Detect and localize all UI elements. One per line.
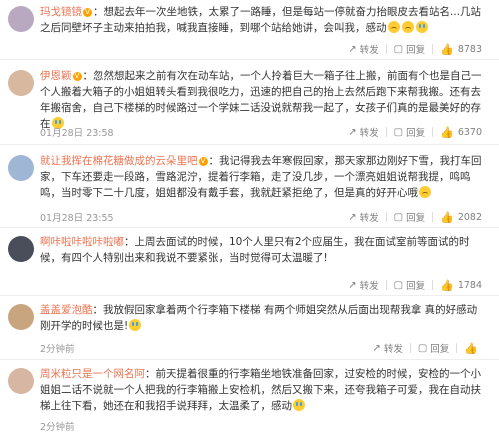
comment-item: 周米粒只是一个网名阿：前天提着很重的行李箱坐地铁准备回家，过安检的时候，安检的一… bbox=[0, 360, 499, 437]
avatar[interactable] bbox=[8, 6, 34, 32]
like-count: 8783 bbox=[457, 43, 482, 55]
like-count: 2082 bbox=[457, 211, 482, 223]
smile-emoji-icon bbox=[419, 186, 431, 198]
comment-text: 伊恩颖 V ：忽然想起来之前有次在动车站，一个人拎着巨大一箱子往上搬，前面有个也是自… bbox=[40, 70, 482, 130]
comment-item: 啊咔啦咔啦咔啦嘟：上周去面试的时候，10个人里只有2个应届生，我在面试室前等面试… bbox=[0, 228, 499, 296]
cry-emoji-icon bbox=[415, 21, 428, 33]
thumbs-up-icon: 👍 bbox=[464, 341, 478, 355]
avatar[interactable] bbox=[8, 70, 34, 96]
avatar[interactable] bbox=[8, 368, 34, 394]
username[interactable]: 周米粒只是一个网名阿 bbox=[40, 368, 145, 380]
comment-actions: ↗ 转发 ▢ 回复 👍 1784 bbox=[341, 278, 489, 293]
comment-time: 01月28日 23:58 bbox=[40, 128, 114, 139]
avatar[interactable] bbox=[8, 304, 34, 330]
share-button[interactable]: ↗ 转发 bbox=[341, 42, 385, 57]
like-count: 6370 bbox=[457, 126, 482, 138]
thumbs-up-icon: 👍 bbox=[440, 42, 454, 56]
comment-actions: ↗ 转发 ▢ 回复 👍 2082 bbox=[341, 210, 489, 225]
comment-item: 伊恩颖 V ：忽然想起来之前有次在动车站，一个人拎着巨大一箱子往上搬，前面有个也是自… bbox=[0, 60, 499, 145]
comment-actions: ↗ 转发 ▢ 回复 👍 6370 bbox=[341, 125, 489, 140]
sad-emoji-icon bbox=[387, 21, 400, 33]
reply-icon: ▢ bbox=[393, 126, 404, 138]
like-button[interactable]: 👍 1784 bbox=[433, 279, 489, 292]
sad-emoji-icon bbox=[401, 21, 414, 33]
comment-time: 2分钟前 bbox=[40, 344, 75, 355]
cry-emoji-icon bbox=[293, 399, 305, 411]
reply-button[interactable]: ▢ 回复 bbox=[387, 125, 432, 140]
comment-actions: ↗ 转发 ▢ 回复 👍 8783 bbox=[341, 42, 489, 57]
verified-icon: V bbox=[72, 72, 82, 81]
comment-item: 就让我挥在棉花糖做成的云朵里吧 V ：我记得我去年寒假回家，那天家那边刚好下雪，我打… bbox=[0, 145, 499, 228]
username[interactable]: 伊恩颖 bbox=[40, 70, 72, 82]
username[interactable]: 盖盖爱泡酷 bbox=[40, 304, 93, 316]
comment-item: 玛戈镜镜 V ：想起去年一次坐地铁，太累了一路睡，但是每站一停就奋力抬眼皮去看站名.… bbox=[0, 0, 499, 60]
username[interactable]: 就让我挥在棉花糖做成的云朵里吧 bbox=[40, 155, 198, 167]
reply-button[interactable]: ▢ 回复 bbox=[411, 341, 456, 356]
reply-button[interactable]: ▢ 回复 bbox=[387, 42, 432, 57]
share-icon: ↗ bbox=[372, 342, 381, 354]
reply-icon: ▢ bbox=[393, 43, 404, 55]
thumbs-up-icon: 👍 bbox=[440, 125, 454, 139]
comment-time: 01月28日 23:55 bbox=[40, 213, 114, 224]
thumbs-up-icon: 👍 bbox=[440, 278, 454, 292]
like-button[interactable]: 👍 8783 bbox=[433, 43, 489, 56]
reply-icon: ▢ bbox=[417, 342, 428, 354]
like-count: 1784 bbox=[457, 279, 482, 291]
comment-text: 盖盖爱泡酷：我放假回家拿着两个行李箱下楼梯 有两个师姐突然从后面出现帮我拿 真的… bbox=[40, 304, 478, 332]
username[interactable]: 啊咔啦咔啦咔啦嘟 bbox=[40, 236, 124, 248]
avatar[interactable] bbox=[8, 155, 34, 181]
share-button[interactable]: ↗ 转发 bbox=[341, 210, 385, 225]
thumbs-up-icon: 👍 bbox=[440, 210, 454, 224]
comment-body: 我放假回家拿着两个行李箱下楼梯 有两个师姐突然从后面出现帮我拿 真的好感动 刚开… bbox=[40, 304, 478, 332]
share-icon: ↗ bbox=[348, 43, 357, 55]
reply-button[interactable]: ▢ 回复 bbox=[387, 210, 432, 225]
share-icon: ↗ bbox=[348, 126, 357, 138]
comment-time: 2分钟前 bbox=[40, 422, 75, 433]
share-icon: ↗ bbox=[348, 211, 357, 223]
like-button[interactable]: 👍 6370 bbox=[433, 126, 489, 139]
comment-actions: ↗ 转发 ▢ 回复 👍 bbox=[365, 341, 489, 356]
comment-text: 周米粒只是一个网名阿：前天提着很重的行李箱坐地铁准备回家，过安检的时候，安检的一… bbox=[40, 368, 481, 412]
share-button[interactable]: ↗ 转发 bbox=[365, 341, 409, 356]
username[interactable]: 玛戈镜镜 bbox=[40, 6, 82, 18]
comment-text: 啊咔啦咔啦咔啦嘟：上周去面试的时候，10个人里只有2个应届生，我在面试室前等面试… bbox=[40, 236, 470, 264]
share-button[interactable]: ↗ 转发 bbox=[341, 125, 385, 140]
avatar[interactable] bbox=[8, 236, 34, 262]
reply-icon: ▢ bbox=[393, 211, 404, 223]
comment-body: 忽然想起来之前有次在动车站，一个人拎着巨大一箱子往上搬，前面有个也是自己一个人搬… bbox=[40, 70, 482, 130]
reply-button[interactable]: ▢ 回复 bbox=[387, 278, 432, 293]
like-button[interactable]: 👍 2082 bbox=[433, 211, 489, 224]
reply-icon: ▢ bbox=[393, 279, 404, 291]
comment-text: 就让我挥在棉花糖做成的云朵里吧 V ：我记得我去年寒假回家，那天家那边刚好下雪，我打… bbox=[40, 155, 482, 199]
share-icon: ↗ bbox=[348, 279, 357, 291]
share-button[interactable]: ↗ 转发 bbox=[341, 278, 385, 293]
comment-text: 玛戈镜镜 V ：想起去年一次坐地铁，太累了一路睡，但是每站一停就奋力抬眼皮去看站名.… bbox=[40, 6, 482, 34]
cry-emoji-icon bbox=[129, 319, 142, 331]
verified-icon: V bbox=[83, 8, 92, 17]
comment-item: 盖盖爱泡酷：我放假回家拿着两个行李箱下楼梯 有两个师姐突然从后面出现帮我拿 真的… bbox=[0, 296, 499, 360]
comment-body: 想起去年一次坐地铁，太累了一路睡，但是每站一停就奋力抬眼皮去看站名...几站之后… bbox=[40, 6, 482, 34]
like-button[interactable]: 👍 bbox=[457, 342, 489, 355]
verified-icon: V bbox=[198, 157, 208, 166]
